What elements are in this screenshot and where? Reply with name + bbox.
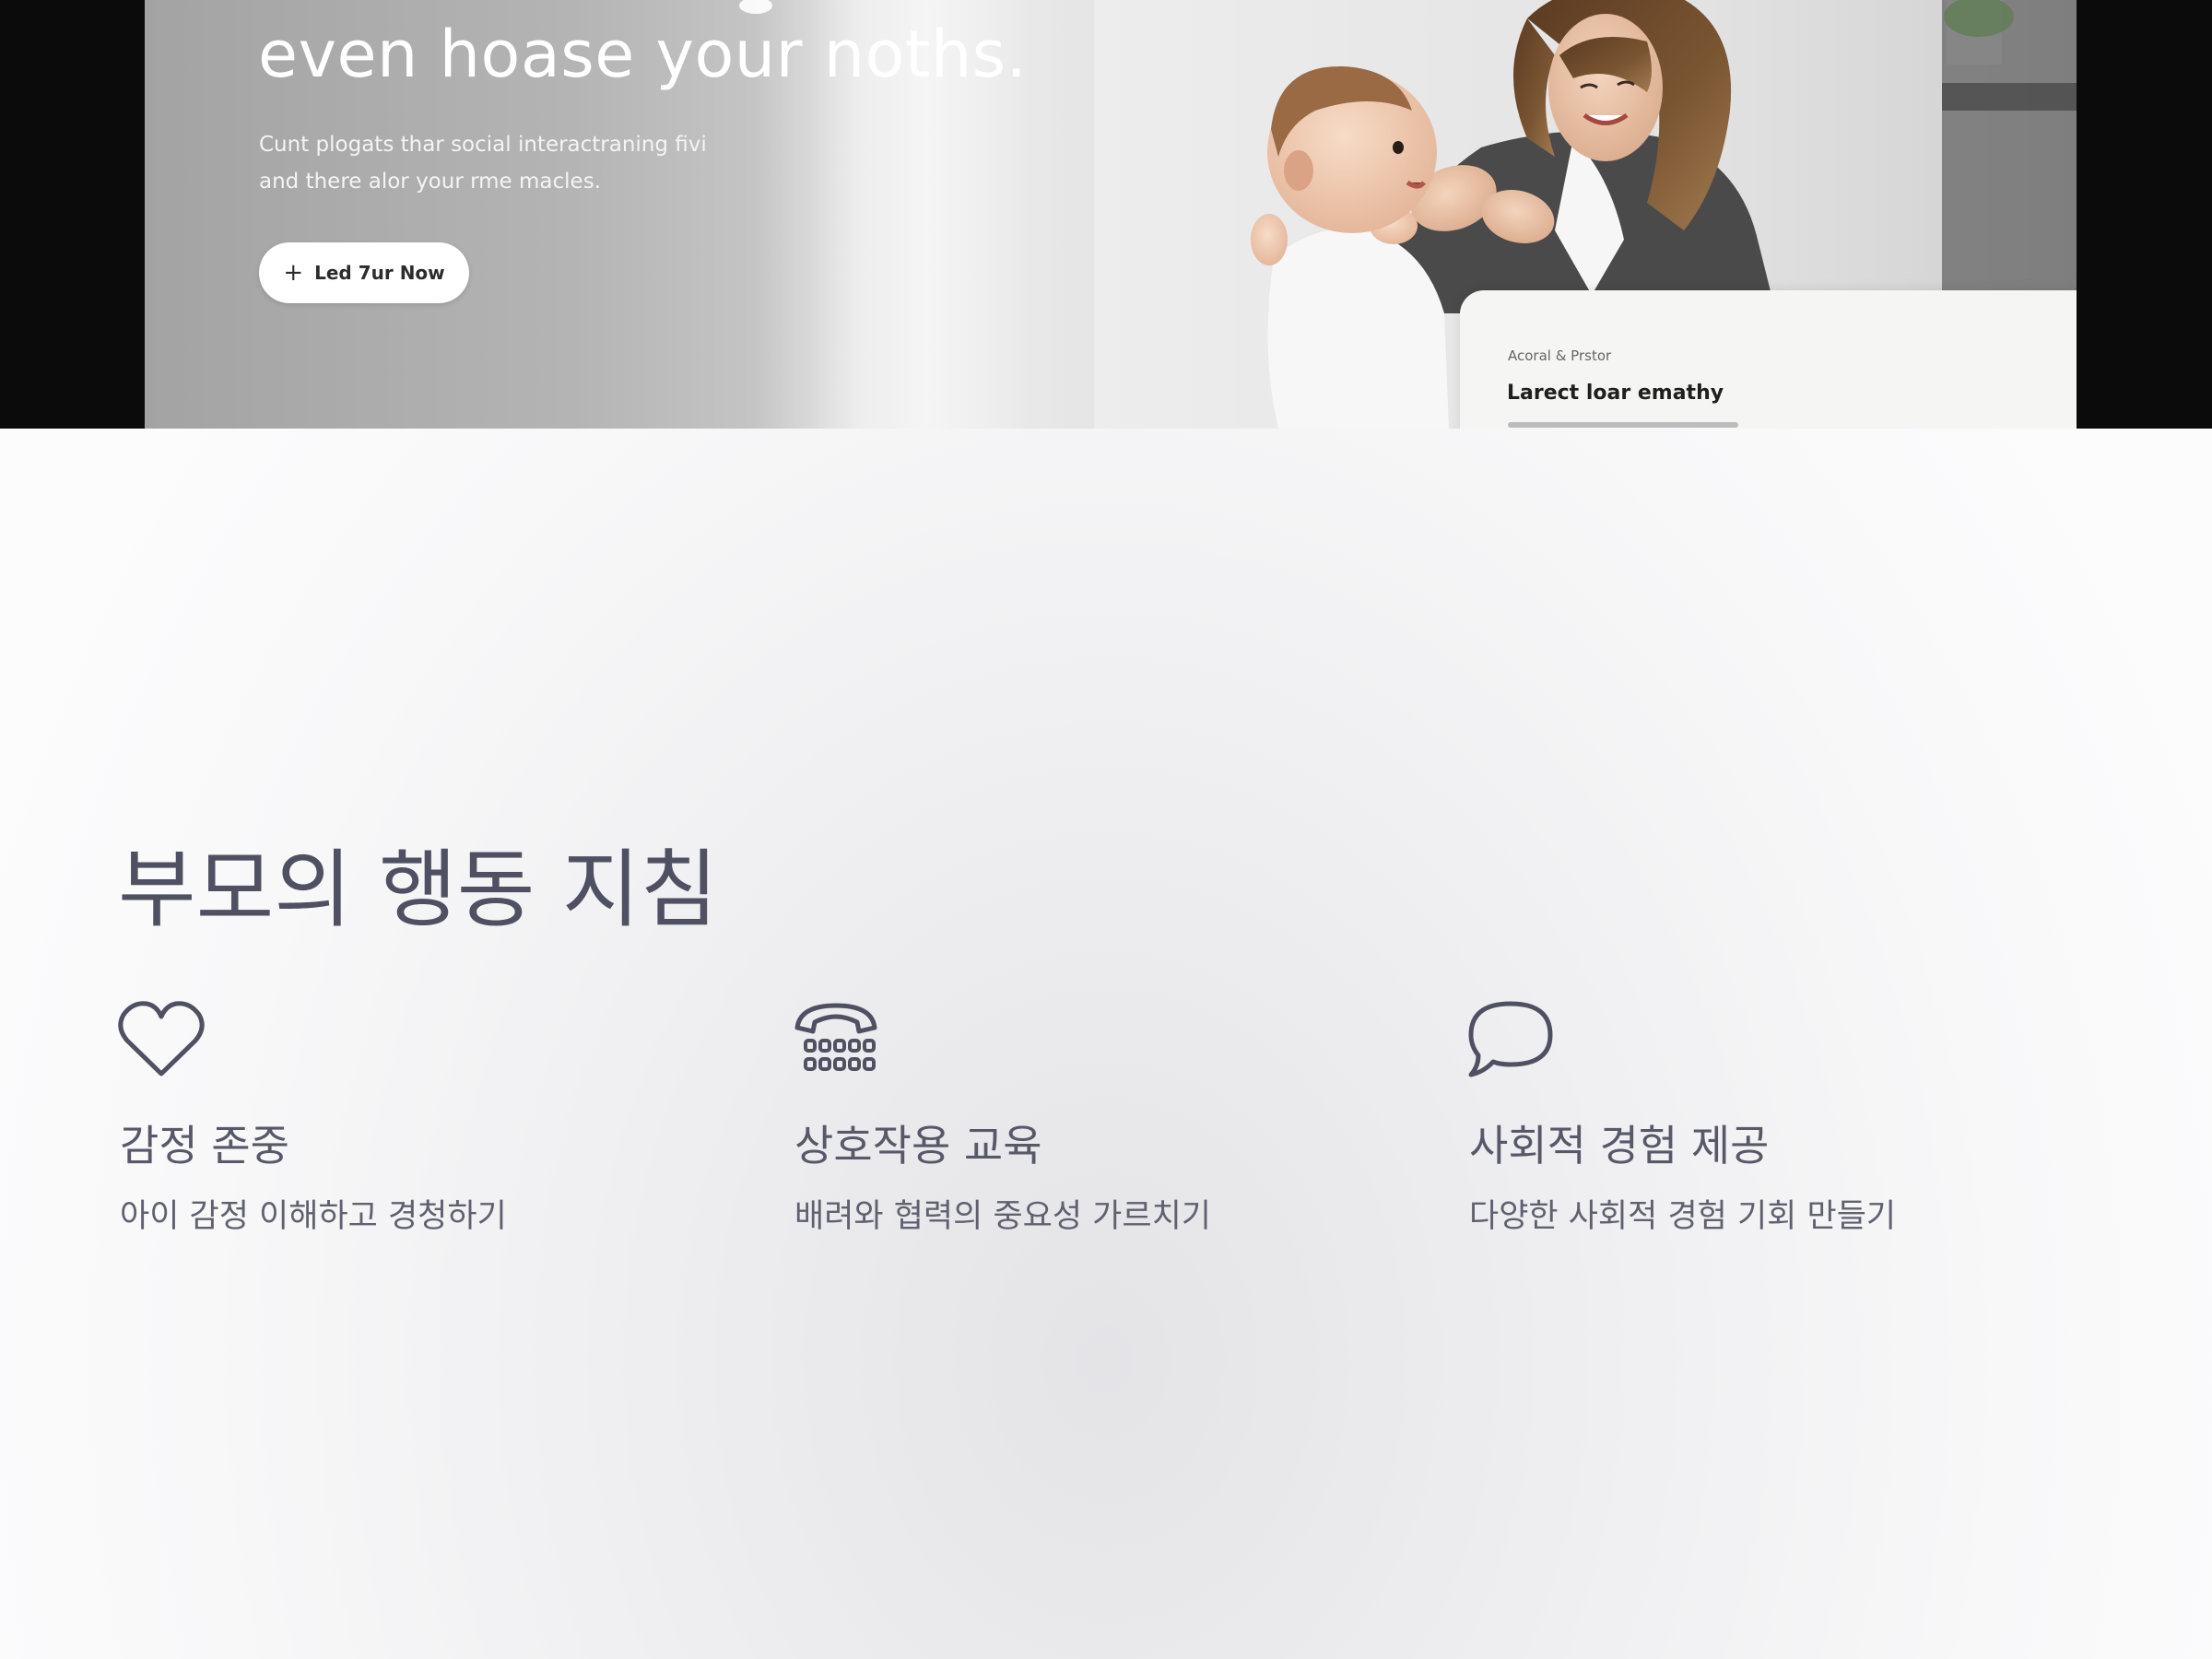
hero-subtitle: Cunt plogats thar social interactraning … xyxy=(259,126,830,200)
guideline-description: 아이 감정 이해하고 경청하기 xyxy=(120,1198,507,1235)
info-card-title: Larect loar emathy xyxy=(1507,382,1724,405)
plus-icon: + xyxy=(283,259,304,287)
info-card[interactable]: Acoral & Prstor Larect loar emathy xyxy=(1460,290,2077,429)
hero-subtitle-line-1: Cunt plogats thar social interactraning … xyxy=(259,133,707,157)
hero-cta-button[interactable]: + Led 7ur Now xyxy=(259,242,469,303)
guidelines-title: 부모의 행동 지침 xyxy=(118,841,718,939)
page: even hoase your noths. Cunt plogats thar… xyxy=(0,0,2212,1659)
telephone-icon xyxy=(793,1000,879,1079)
guideline-description: 배려와 협력의 중요성 가르치기 xyxy=(794,1198,1211,1235)
guideline-title: 상호작용 교육 xyxy=(794,1121,1042,1171)
hero-heading: even hoase your noths. xyxy=(258,17,1028,92)
speech-bubble-icon xyxy=(1467,1000,1554,1079)
guideline-title: 사회적 경험 제공 xyxy=(1469,1121,1770,1171)
hero-subtitle-line-2: and there alor your rme macles. xyxy=(259,170,601,194)
info-card-text-line xyxy=(1508,422,1738,428)
guideline-description: 다양한 사회적 경험 기회 만들기 xyxy=(1469,1198,1897,1235)
heart-icon xyxy=(118,1000,205,1079)
hero-section: even hoase your noths. Cunt plogats thar… xyxy=(0,0,2212,429)
hero-cta-label: Led 7ur Now xyxy=(314,262,445,284)
guideline-title: 감정 존중 xyxy=(120,1121,289,1171)
hero-banner: even hoase your noths. Cunt plogats thar… xyxy=(145,0,2077,429)
info-card-eyebrow: Acoral & Prstor xyxy=(1508,347,1612,364)
